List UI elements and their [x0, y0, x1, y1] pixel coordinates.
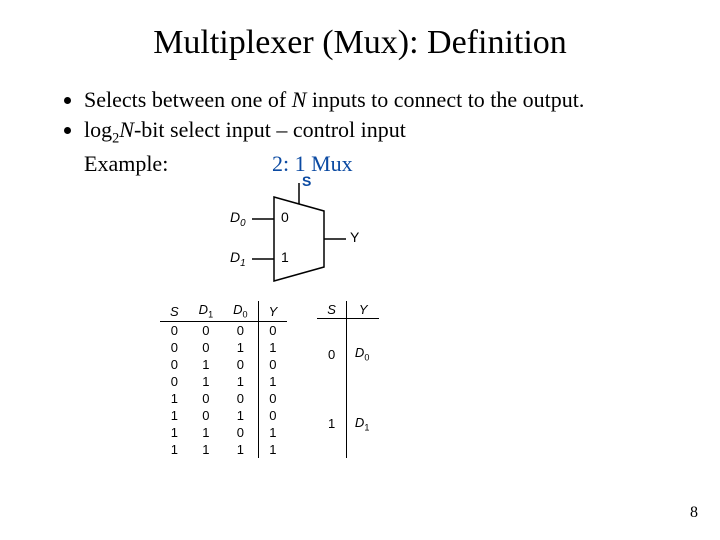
table-cell: 1	[258, 373, 287, 390]
table-cell: 1	[160, 424, 189, 441]
bullet-2-rest: -bit select input – control input	[134, 117, 406, 142]
table-cell: 0	[258, 407, 287, 424]
diagram-in1: 1	[281, 249, 289, 265]
table-row: 1010	[160, 407, 287, 424]
table-cell: 0	[160, 373, 189, 390]
table-cell: 1	[223, 441, 258, 458]
bullet-3-example: Example:	[84, 150, 264, 178]
bullet-1: Selects between one of N inputs to conne…	[84, 86, 604, 114]
table-cell: 0	[189, 407, 223, 424]
table-cell: 0	[223, 390, 258, 407]
table-row: 1000	[160, 390, 287, 407]
mux-label: 2: 1 Mux	[272, 150, 353, 178]
table-cell: 1	[189, 373, 223, 390]
bullet-2-N: N	[119, 117, 134, 142]
table-cell: 1	[189, 441, 223, 458]
table-cell: 0	[223, 321, 258, 339]
table-row: 0100	[160, 356, 287, 373]
mux-diagram: S D0 D1 0 1 Y	[210, 179, 720, 289]
tables: S D1 D0 Y 000000110100011110001010110111…	[160, 301, 720, 458]
cth-y: Y	[346, 301, 379, 319]
table-cell: D1	[346, 389, 379, 458]
compact-table-body: 0D01D1	[317, 319, 379, 458]
table-cell: 1	[160, 390, 189, 407]
table-cell: 0	[258, 390, 287, 407]
table-cell: 1	[258, 339, 287, 356]
bullet-1-text-b: inputs to connect to the output.	[306, 87, 584, 112]
table-row: 0111	[160, 373, 287, 390]
mux-symbol-icon	[234, 179, 404, 289]
table-cell: 0	[223, 424, 258, 441]
table-cell: 0	[189, 339, 223, 356]
diagram-d1-label: D1	[230, 249, 246, 269]
bullet-2: log2N-bit select input – control input	[84, 116, 604, 148]
table-row: 1101	[160, 424, 287, 441]
diagram-y-label: Y	[350, 229, 359, 245]
table-cell: 0	[189, 321, 223, 339]
diagram-d0-label: D0	[230, 209, 246, 229]
truth-table: S D1 D0 Y 000000110100011110001010110111…	[160, 301, 287, 458]
table-cell: 1	[223, 373, 258, 390]
table-row: 1D1	[317, 389, 379, 458]
table-cell: 1	[160, 407, 189, 424]
bullet-list: Selects between one of N inputs to conne…	[60, 86, 720, 177]
diagram-in0: 0	[281, 209, 289, 225]
th-y: Y	[258, 301, 287, 321]
diagram-s-label: S	[302, 173, 311, 189]
table-cell: 0	[160, 321, 189, 339]
th-s: S	[160, 301, 189, 321]
bullet-2-log: log	[84, 117, 112, 142]
bullet-3: Example: 2: 1 Mux	[84, 150, 604, 178]
table-cell: 0	[317, 319, 346, 389]
th-d1: D1	[189, 301, 223, 321]
table-cell: 0	[160, 339, 189, 356]
table-cell: 1	[223, 339, 258, 356]
compact-table: S Y 0D01D1	[317, 301, 379, 458]
table-cell: D0	[346, 319, 379, 389]
table-cell: 0	[258, 321, 287, 339]
table-row: 0011	[160, 339, 287, 356]
table-cell: 0	[258, 356, 287, 373]
page-title: Multiplexer (Mux): Definition	[0, 24, 720, 62]
table-cell: 1	[189, 356, 223, 373]
page-number: 8	[690, 504, 698, 522]
table-cell: 1	[258, 424, 287, 441]
table-cell: 0	[160, 356, 189, 373]
table-cell: 1	[223, 407, 258, 424]
table-cell: 1	[160, 441, 189, 458]
table-cell: 1	[317, 389, 346, 458]
table-row: 0000	[160, 321, 287, 339]
table-row: 0D0	[317, 319, 379, 389]
table-cell: 1	[189, 424, 223, 441]
th-d0: D0	[223, 301, 258, 321]
table-cell: 1	[258, 441, 287, 458]
table-row: 1111	[160, 441, 287, 458]
cth-s: S	[317, 301, 346, 319]
truth-table-body: 00000011010001111000101011011111	[160, 321, 287, 458]
bullet-1-N: N	[292, 87, 307, 112]
bullet-1-text-a: Selects between one of	[84, 87, 292, 112]
table-cell: 0	[189, 390, 223, 407]
table-cell: 0	[223, 356, 258, 373]
